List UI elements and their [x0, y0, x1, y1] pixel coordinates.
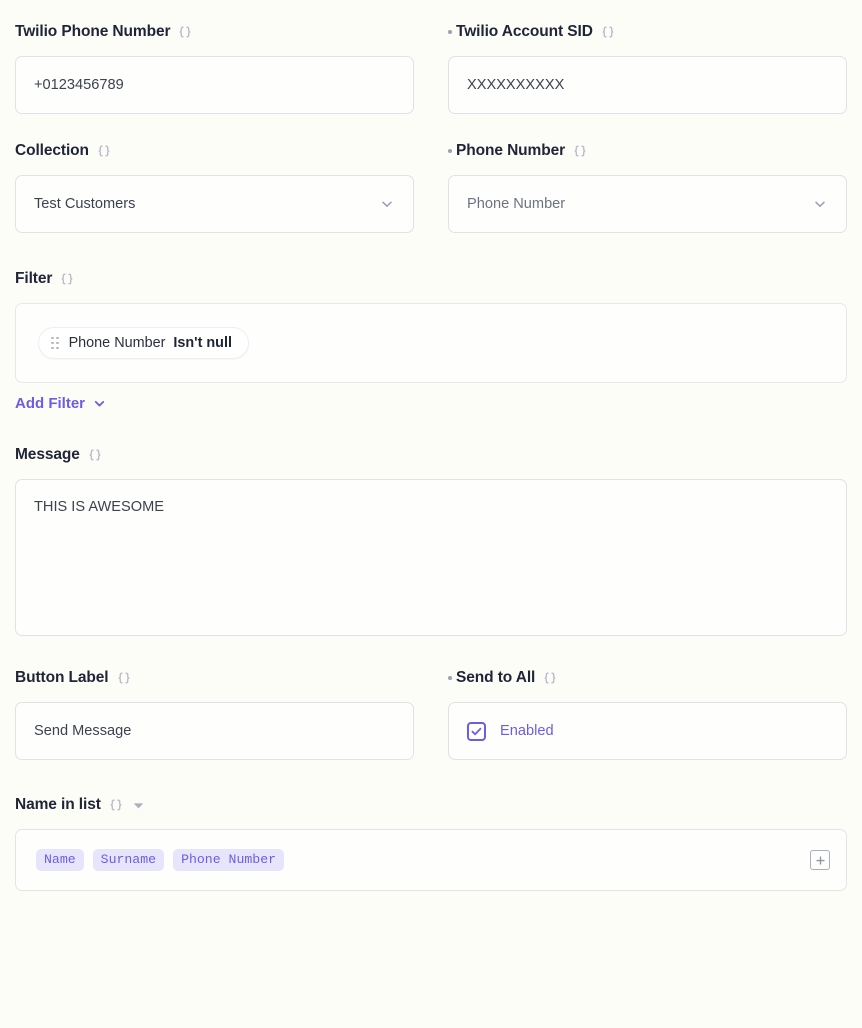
field-twilio-phone-number: Twilio Phone Number +0123456789: [15, 17, 414, 114]
collection-select[interactable]: Test Customers: [15, 175, 414, 233]
label-text: Message: [15, 446, 80, 464]
label-text: Send to All: [456, 669, 535, 687]
chevron-down-icon: [92, 396, 107, 411]
curly-braces-icon[interactable]: [178, 25, 192, 39]
drag-handle-icon[interactable]: [51, 337, 59, 350]
twilio-account-sid-input[interactable]: XXXXXXXXXX: [448, 56, 847, 114]
tag-list: Name Surname Phone Number: [36, 849, 284, 870]
field-message: Message THIS IS AWESOME: [15, 440, 847, 636]
label-button-label: Button Label: [15, 663, 414, 693]
label-name-in-list: Name in list: [15, 790, 847, 820]
label-send-to-all: Send to All: [448, 663, 847, 693]
add-filter-label: Add Filter: [15, 395, 85, 412]
form-row-name-in-list: Name in list Name Surname Ph: [0, 790, 862, 891]
label-text: Filter: [15, 270, 52, 288]
label-text: Twilio Phone Number: [15, 23, 170, 41]
filter-field-name: Phone Number: [69, 335, 166, 351]
textarea-value: THIS IS AWESOME: [34, 497, 164, 518]
label-text: Phone Number: [456, 142, 565, 160]
curly-braces-icon[interactable]: [573, 144, 587, 158]
settings-form-panel: Twilio Phone Number +0123456789 Twilio A…: [0, 0, 862, 1028]
field-phone-number: Phone Number Phone Number: [448, 136, 847, 233]
phone-number-select[interactable]: Phone Number: [448, 175, 847, 233]
checkmark-icon: [470, 725, 483, 738]
label-filter: Filter: [15, 264, 847, 294]
field-twilio-account-sid: Twilio Account SID XXXXXXXXXX: [448, 17, 847, 114]
send-to-all-checkbox-row[interactable]: Enabled: [448, 702, 847, 760]
label-twilio-phone-number: Twilio Phone Number: [15, 17, 414, 47]
required-marker-icon: [448, 676, 452, 680]
select-value: Test Customers: [34, 196, 135, 212]
message-textarea[interactable]: THIS IS AWESOME: [15, 479, 847, 636]
chevron-down-icon: [379, 196, 395, 212]
form-row-action: Button Label Send Message Send to All: [0, 663, 862, 760]
label-message: Message: [15, 440, 847, 470]
label-phone-number: Phone Number: [448, 136, 847, 166]
filter-operator: Isn't null: [173, 335, 232, 351]
tag-item[interactable]: Surname: [93, 849, 164, 870]
form-row-message: Message THIS IS AWESOME: [0, 440, 862, 636]
name-in-list-tag-field[interactable]: Name Surname Phone Number: [15, 829, 847, 891]
input-value: Send Message: [34, 723, 131, 739]
curly-braces-icon[interactable]: [543, 671, 557, 685]
label-twilio-account-sid: Twilio Account SID: [448, 17, 847, 47]
label-text: Name in list: [15, 796, 101, 814]
caret-down-icon[interactable]: [132, 799, 145, 812]
plus-square-icon[interactable]: [810, 850, 830, 870]
twilio-phone-number-input[interactable]: +0123456789: [15, 56, 414, 114]
send-to-all-checkbox-label: Enabled: [500, 723, 554, 739]
required-marker-icon: [448, 149, 452, 153]
curly-braces-icon[interactable]: [109, 798, 123, 812]
tag-item[interactable]: Phone Number: [173, 849, 284, 870]
filter-list: Phone Number Isn't null: [15, 303, 847, 383]
input-value: XXXXXXXXXX: [467, 77, 564, 93]
curly-braces-icon[interactable]: [117, 671, 131, 685]
label-text: Twilio Account SID: [456, 23, 593, 41]
add-filter-button[interactable]: Add Filter: [15, 395, 107, 412]
select-value: Phone Number: [467, 196, 565, 212]
label-collection: Collection: [15, 136, 414, 166]
field-name-in-list: Name in list Name Surname Ph: [15, 790, 847, 891]
form-row-credentials: Twilio Phone Number +0123456789 Twilio A…: [0, 17, 862, 114]
form-row-filter: Filter Phone Number Isn't null: [0, 264, 862, 413]
send-to-all-checkbox[interactable]: [467, 722, 486, 741]
field-collection: Collection Test Customers: [15, 136, 414, 233]
field-filter: Filter Phone Number Isn't null: [15, 264, 847, 413]
tag-item[interactable]: Name: [36, 849, 84, 870]
label-text: Collection: [15, 142, 89, 160]
input-value: +0123456789: [34, 77, 124, 93]
chevron-down-icon: [812, 196, 828, 212]
curly-braces-icon[interactable]: [88, 448, 102, 462]
field-send-to-all: Send to All Enabled: [448, 663, 847, 760]
field-button-label: Button Label Send Message: [15, 663, 414, 760]
curly-braces-icon[interactable]: [97, 144, 111, 158]
curly-braces-icon[interactable]: [60, 272, 74, 286]
required-marker-icon: [448, 30, 452, 34]
button-label-input[interactable]: Send Message: [15, 702, 414, 760]
label-text: Button Label: [15, 669, 109, 687]
form-row-source: Collection Test Customers: [0, 136, 862, 233]
filter-pill[interactable]: Phone Number Isn't null: [38, 327, 249, 359]
curly-braces-icon[interactable]: [601, 25, 615, 39]
